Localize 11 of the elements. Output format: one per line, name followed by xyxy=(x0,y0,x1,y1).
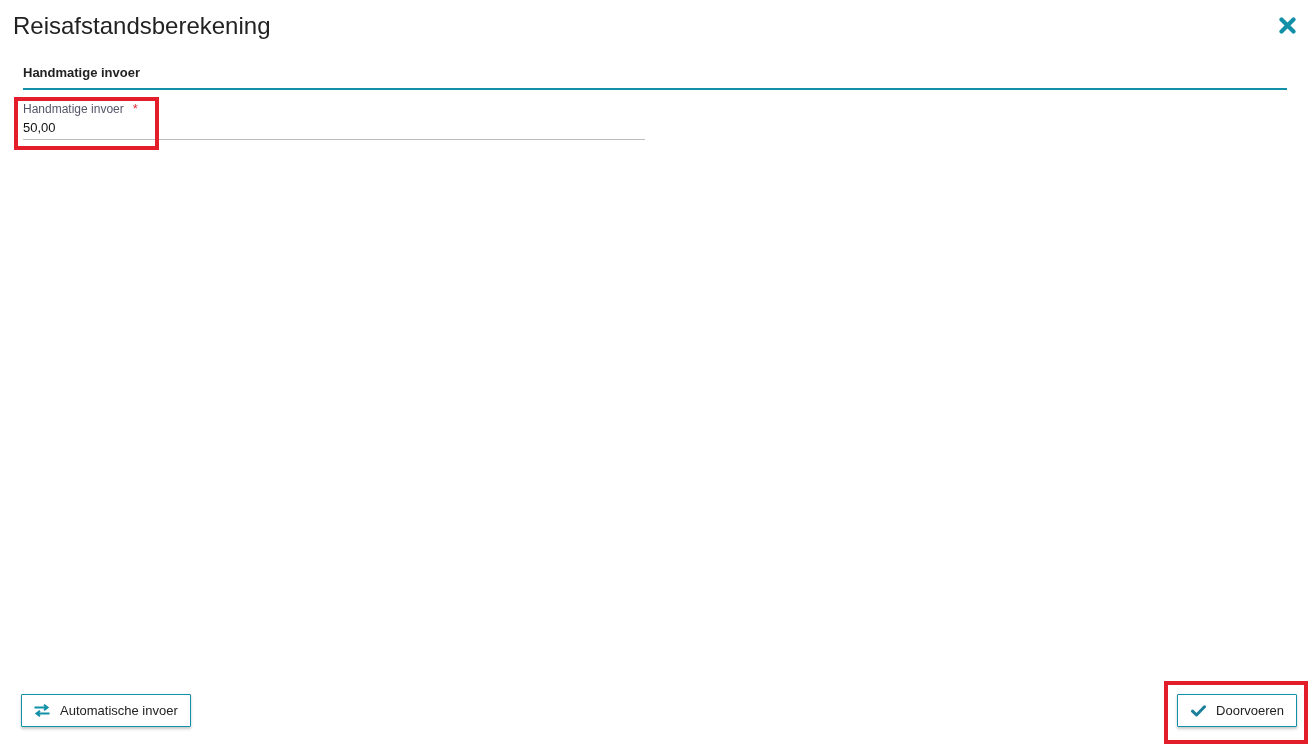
close-icon xyxy=(1279,17,1296,34)
input-field[interactable]: 50,00 xyxy=(23,116,645,140)
check-icon xyxy=(1191,704,1207,717)
automatic-entry-button[interactable]: Automatische invoer xyxy=(21,694,191,727)
field-label: Handmatige invoer xyxy=(23,102,124,116)
dialog-title: Reisafstandsberekening xyxy=(13,11,271,40)
swap-arrows-icon xyxy=(34,704,50,717)
required-mark: * xyxy=(132,102,138,116)
apply-button[interactable]: Doorvoeren xyxy=(1177,694,1297,727)
section-heading: Handmatige invoer xyxy=(23,65,141,81)
close-button[interactable] xyxy=(1279,17,1296,34)
